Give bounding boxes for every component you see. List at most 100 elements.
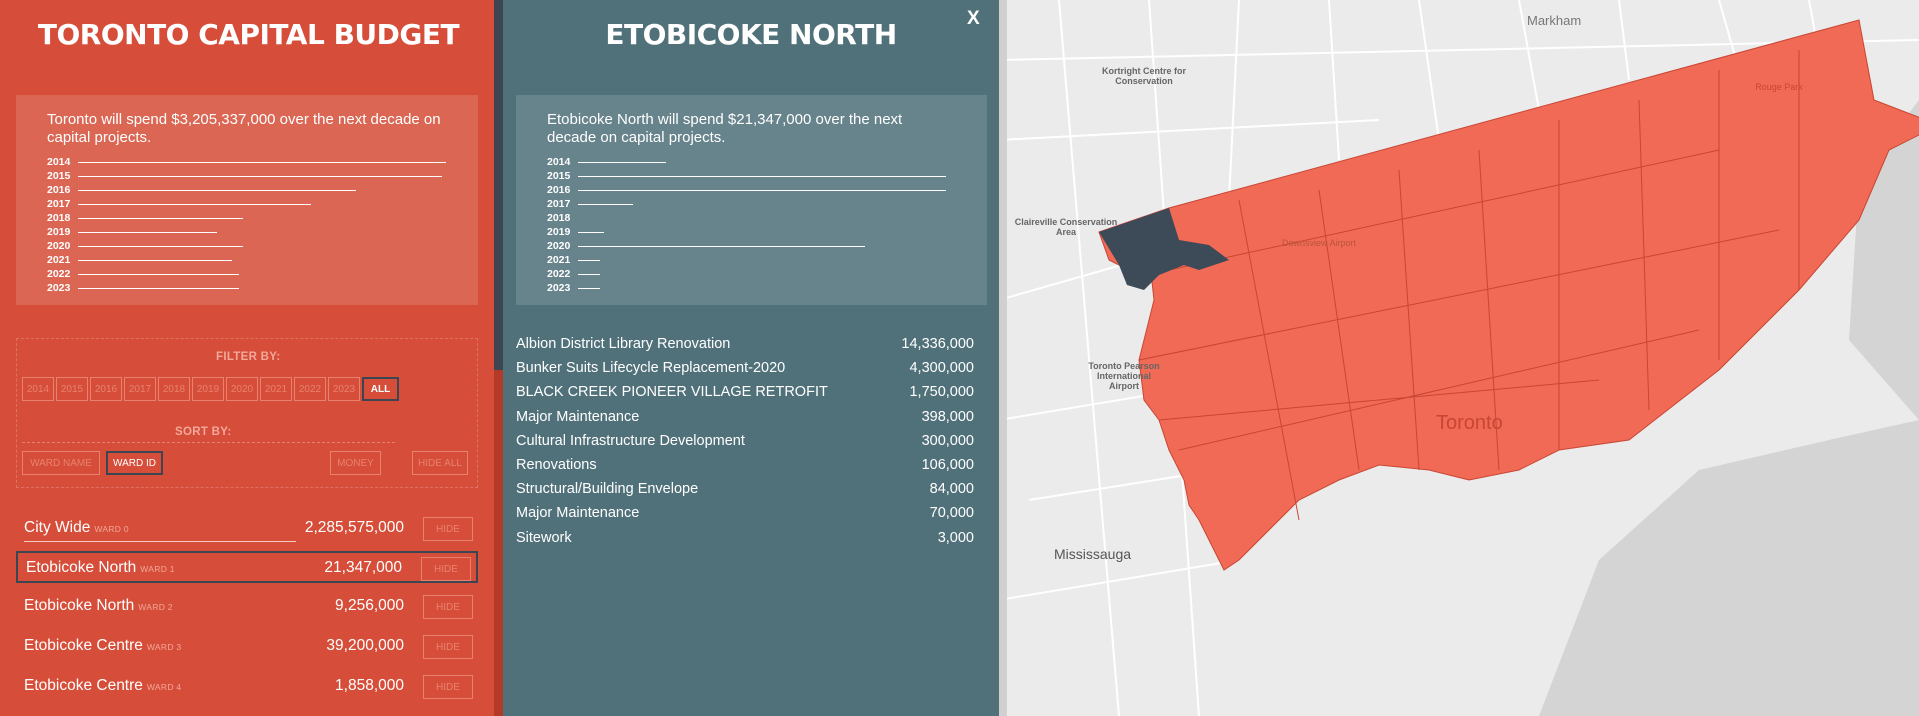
hide-all-button[interactable]: HIDE ALL xyxy=(412,451,468,475)
city-year-bar xyxy=(78,287,239,289)
city-year-label: 2017 xyxy=(47,198,71,210)
sort-ward-name-button[interactable]: WARD NAME xyxy=(22,451,100,475)
project-amount: 4,300,000 xyxy=(909,360,974,377)
hide-ward-button[interactable]: HIDE xyxy=(421,557,471,581)
divider xyxy=(22,442,395,443)
ward-year-label: 2017 xyxy=(547,198,571,210)
ward-year-chart: 2014 2015 2016 2017 2018 2019 2020 2021 2022 2023 xyxy=(547,155,946,295)
hide-ward-button[interactable]: HIDE xyxy=(423,517,473,541)
project-name: BLACK CREEK PIONEER VILLAGE RETROFIT xyxy=(516,384,828,401)
project-amount: 70,000 xyxy=(929,505,974,522)
ward-year-label: 2021 xyxy=(547,254,571,266)
ward-row[interactable]: Etobicoke North WARD 1 21,347,000 HIDE xyxy=(16,551,478,583)
ward-amount: 21,347,000 xyxy=(324,559,402,576)
ward-title: ETOBICOKE NORTH xyxy=(605,18,897,51)
ward-year-bar xyxy=(578,273,600,275)
filter-year-button-2017[interactable]: 2017 xyxy=(124,377,156,401)
filter-year-button-2022[interactable]: 2022 xyxy=(294,377,326,401)
city-year-row: 2021 xyxy=(47,253,446,267)
ward-row[interactable]: Etobicoke Centre WARD 3 39,200,000 HIDE xyxy=(16,631,478,663)
city-year-bar xyxy=(78,259,232,261)
sort-money-button[interactable]: MONEY xyxy=(330,451,381,475)
project-name: Major Maintenance xyxy=(516,408,640,425)
ward-year-row: 2014 xyxy=(547,155,946,169)
project-amount: 106,000 xyxy=(921,457,974,473)
ward-name-text: City Wide xyxy=(24,519,91,536)
ward-year-bar xyxy=(578,287,600,289)
city-year-bar xyxy=(78,231,217,233)
panel-scroll-thumb[interactable] xyxy=(494,0,503,370)
ward-year-bar xyxy=(578,259,600,261)
filter-year-button-2016[interactable]: 2016 xyxy=(90,377,122,401)
ward-year-row: 2021 xyxy=(547,253,946,267)
project-amount: 1,750,000 xyxy=(909,384,974,401)
ward-name: Etobicoke North WARD 2 xyxy=(24,597,173,615)
ward-year-label: 2014 xyxy=(547,156,571,168)
map-label-mississauga: Mississauga xyxy=(1054,546,1132,562)
ward-summary-box: Etobicoke North will spend $21,347,000 o… xyxy=(516,95,987,305)
hide-ward-button[interactable]: HIDE xyxy=(423,675,473,699)
project-row: Sitework 3,000 xyxy=(516,530,974,552)
ward-id: WARD 4 xyxy=(146,682,182,692)
ward-name: City Wide WARD 0 xyxy=(24,519,129,537)
project-row: BLACK CREEK PIONEER VILLAGE RETROFIT 1,75… xyxy=(516,384,974,406)
ward-year-label: 2020 xyxy=(547,240,571,252)
map-label-rouge: Rouge Park xyxy=(1755,82,1803,92)
ward-amount: 1,858,000 xyxy=(335,677,404,694)
map[interactable]: Markham Kortright Centre for Conservatio… xyxy=(999,0,1919,716)
city-year-label: 2020 xyxy=(47,240,71,252)
ward-name-text: Etobicoke North xyxy=(24,597,135,614)
city-year-row: 2022 xyxy=(47,267,446,281)
project-amount: 300,000 xyxy=(921,432,974,449)
city-year-label: 2014 xyxy=(47,156,71,168)
city-year-bar xyxy=(78,203,311,205)
project-name: Major Maintenance xyxy=(516,505,640,522)
project-name: Sitework xyxy=(516,529,572,546)
filter-year-button-2019[interactable]: 2019 xyxy=(192,377,224,401)
filter-all-button[interactable]: ALL xyxy=(362,377,399,401)
filter-year-button-2023[interactable]: 2023 xyxy=(328,377,360,401)
ward-row[interactable]: Etobicoke Centre WARD 4 1,858,000 HIDE xyxy=(16,671,478,703)
filter-year-button-2021[interactable]: 2021 xyxy=(260,377,292,401)
project-amount: 3,000 xyxy=(937,529,974,546)
city-year-row: 2019 xyxy=(47,225,446,239)
ward-year-label: 2023 xyxy=(547,282,571,294)
ward-detail-panel: ETOBICOKE NORTH X Etobicoke North will s… xyxy=(503,0,999,716)
ward-year-bar xyxy=(578,245,865,247)
project-name: Renovations xyxy=(516,457,597,473)
page-title: TORONTO CAPITAL BUDGET xyxy=(37,18,460,51)
project-amount: 14,336,000 xyxy=(901,336,974,352)
project-name: Albion District Library Renovation xyxy=(516,336,731,352)
map-label-toronto: Toronto xyxy=(1436,412,1503,434)
project-row: Albion District Library Renovation 14,336… xyxy=(516,336,974,358)
map-canvas[interactable] xyxy=(999,0,1919,716)
ward-amount: 9,256,000 xyxy=(335,597,404,614)
ward-year-label: 2019 xyxy=(547,226,571,238)
hide-ward-button[interactable]: HIDE xyxy=(423,635,473,659)
ward-year-row: 2015 xyxy=(547,169,946,183)
ward-year-row: 2018 xyxy=(547,211,946,225)
close-button[interactable]: X xyxy=(967,8,980,30)
project-amount: 398,000 xyxy=(921,408,974,425)
controls-box: FILTER BY: 2014 2015 2016 2017 2018 2019 2020 2… xyxy=(16,338,478,488)
hide-ward-button[interactable]: HIDE xyxy=(423,595,473,619)
ward-year-row: 2023 xyxy=(547,281,946,295)
ward-year-bar xyxy=(578,231,604,233)
project-row: Renovations 106,000 xyxy=(516,457,974,479)
ward-row[interactable]: Etobicoke North WARD 2 9,256,000 HIDE xyxy=(16,591,478,623)
filter-year-button-2015[interactable]: 2015 xyxy=(56,377,88,401)
ward-row[interactable]: City Wide WARD 0 2,285,575,000 HIDE xyxy=(16,513,478,545)
filter-year-button-2020[interactable]: 2020 xyxy=(226,377,258,401)
ward-year-label: 2022 xyxy=(547,268,571,280)
ward-year-label: 2015 xyxy=(547,170,571,182)
budget-panel: TORONTO CAPITAL BUDGET Toronto will spen… xyxy=(0,0,503,716)
city-year-row: 2016 xyxy=(47,183,446,197)
filter-year-button-2014[interactable]: 2014 xyxy=(22,377,54,401)
city-year-row: 2020 xyxy=(47,239,446,253)
sort-ward-id-button[interactable]: WARD ID xyxy=(106,451,163,475)
city-summary-text: Toronto will spend $3,205,337,000 over t… xyxy=(47,111,441,146)
city-year-label: 2023 xyxy=(47,282,71,294)
project-amount: 84,000 xyxy=(929,481,974,498)
filter-year-button-2018[interactable]: 2018 xyxy=(158,377,190,401)
ward-year-bar xyxy=(578,189,946,191)
